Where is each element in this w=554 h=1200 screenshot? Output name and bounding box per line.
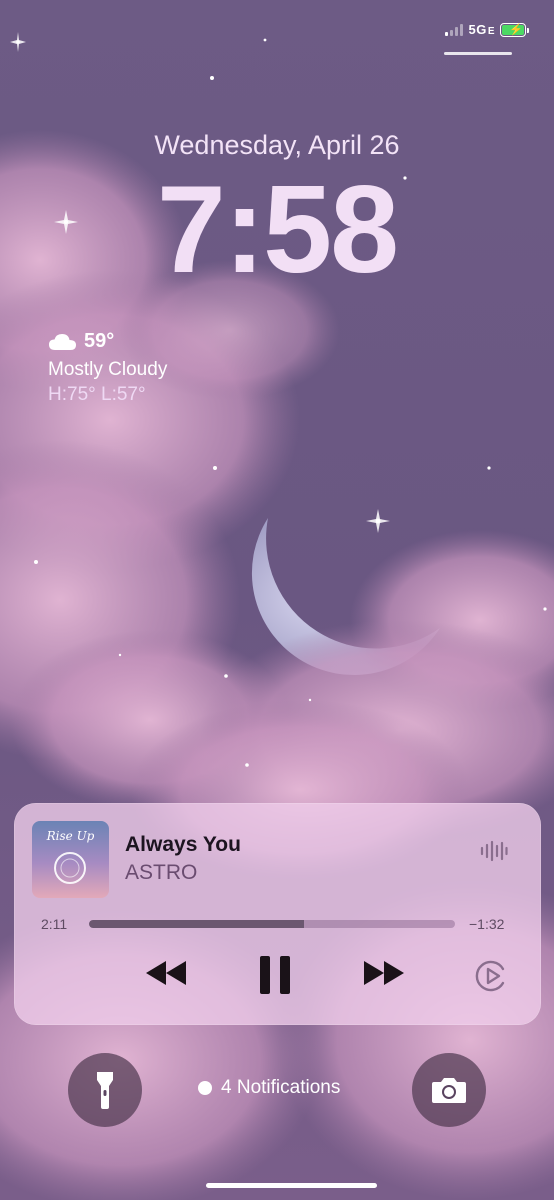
album-art-title: Rise Up bbox=[46, 829, 95, 843]
camera-icon bbox=[432, 1078, 466, 1103]
notifications-indicator[interactable]: 4 Notifications bbox=[198, 1077, 340, 1099]
lock-time: 7:58 bbox=[156, 161, 399, 299]
notifications-label: 4 Notifications bbox=[221, 1077, 341, 1098]
track-title: Always You bbox=[125, 833, 241, 856]
audio-wave-icon[interactable] bbox=[480, 840, 508, 862]
weather-temp: 59° bbox=[84, 330, 115, 352]
battery-icon: ⚡ bbox=[500, 22, 529, 37]
weather-high-low: H:75° L:57° bbox=[48, 384, 146, 405]
pause-button[interactable] bbox=[259, 955, 291, 995]
network-label: 5GE bbox=[468, 22, 495, 37]
playback-progress-fill bbox=[89, 920, 304, 928]
rewind-button[interactable] bbox=[144, 960, 188, 986]
airplay-icon[interactable] bbox=[475, 959, 509, 993]
signal-icon bbox=[445, 23, 464, 36]
home-indicator[interactable] bbox=[206, 1183, 377, 1188]
cloud-icon bbox=[49, 333, 76, 350]
elapsed-time: 2:11 bbox=[41, 916, 68, 932]
weather-widget[interactable]: 59° Mostly Cloudy H:75° L:57° bbox=[48, 330, 167, 406]
track-artist: ASTRO bbox=[125, 861, 198, 884]
flashlight-button[interactable] bbox=[68, 1053, 142, 1127]
weather-condition: Mostly Cloudy bbox=[48, 359, 168, 380]
fast-forward-button[interactable] bbox=[362, 960, 406, 986]
lock-date: Wednesday, April 26 bbox=[154, 130, 400, 160]
status-indicator-line bbox=[444, 52, 512, 55]
playback-scrubber[interactable] bbox=[89, 920, 455, 928]
camera-button[interactable] bbox=[412, 1053, 486, 1127]
album-art[interactable]: Rise Up bbox=[32, 821, 109, 898]
now-playing-widget[interactable]: Rise Up Always You ASTRO 2:11 −1:32 bbox=[14, 803, 541, 1025]
status-bar: 5GE ⚡ bbox=[445, 22, 529, 37]
flashlight-icon bbox=[97, 1072, 113, 1109]
remaining-time: −1:32 bbox=[469, 916, 505, 932]
notification-dot-icon bbox=[198, 1081, 212, 1095]
